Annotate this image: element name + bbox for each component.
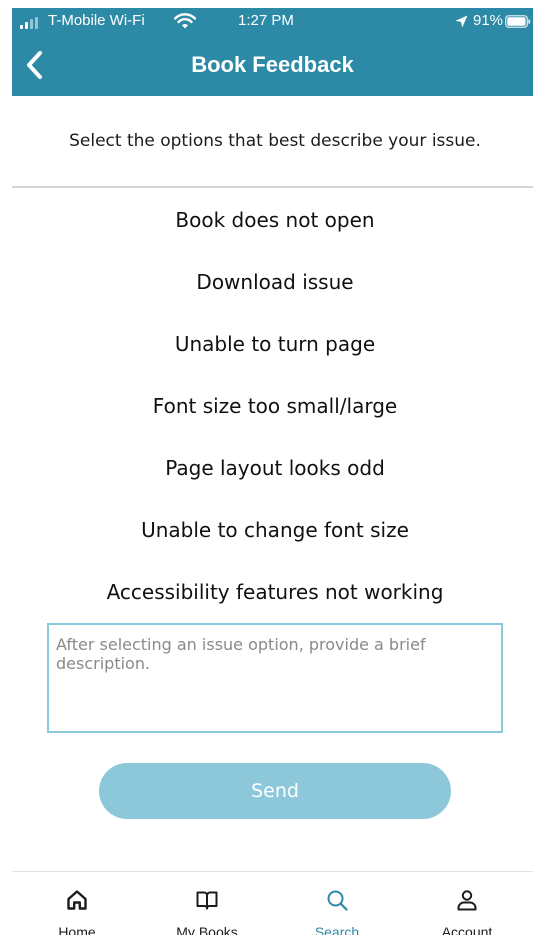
tab-label-search: Search [314,924,360,935]
tab-home[interactable]: Home [12,872,142,935]
book-feedback-screen: T-Mobile Wi-Fi 1:27 PM 91% Book Feedback… [0,0,533,935]
option-download-issue[interactable]: Download issue [0,262,533,302]
battery-icon [505,15,531,28]
tab-account[interactable]: Account [402,872,532,935]
tab-search[interactable]: Search [272,872,402,935]
account-icon [457,890,477,911]
battery-percentage: 91% [473,12,504,29]
option-page-layout[interactable]: Page layout looks odd [0,448,533,488]
description-input[interactable] [47,623,503,733]
option-unable-to-turn-page[interactable]: Unable to turn page [0,324,533,364]
nav-bar: Book Feedback [12,36,533,96]
tab-label-account: Account [441,924,493,935]
carrier-name: T-Mobile Wi-Fi [48,12,145,29]
page-title: Book Feedback [191,52,354,77]
tab-label-my-books: My Books [176,924,238,935]
cellular-signal-icon [20,17,42,29]
option-book-does-not-open[interactable]: Book does not open [0,200,533,240]
home-icon [67,890,87,910]
wifi-icon [174,13,196,29]
book-icon [196,891,218,910]
status-bar: T-Mobile Wi-Fi 1:27 PM 91% [12,8,533,36]
option-font-size[interactable]: Font size too small/large [0,386,533,426]
send-button[interactable]: Send [99,763,451,819]
status-time: 1:27 PM [238,12,294,29]
divider [12,186,533,188]
tab-label-home: Home [58,924,96,935]
option-accessibility-features[interactable]: Accessibility features not working [0,572,533,612]
search-icon [327,890,348,911]
tab-bar: Home My Books Search Account [12,871,533,935]
header: T-Mobile Wi-Fi 1:27 PM 91% Book Feedback [12,8,533,96]
location-arrow-icon [455,15,468,28]
tab-my-books[interactable]: My Books [142,872,272,935]
instruction-text: Select the options that best describe yo… [69,131,481,151]
option-unable-to-change-font-size[interactable]: Unable to change font size [0,510,533,550]
